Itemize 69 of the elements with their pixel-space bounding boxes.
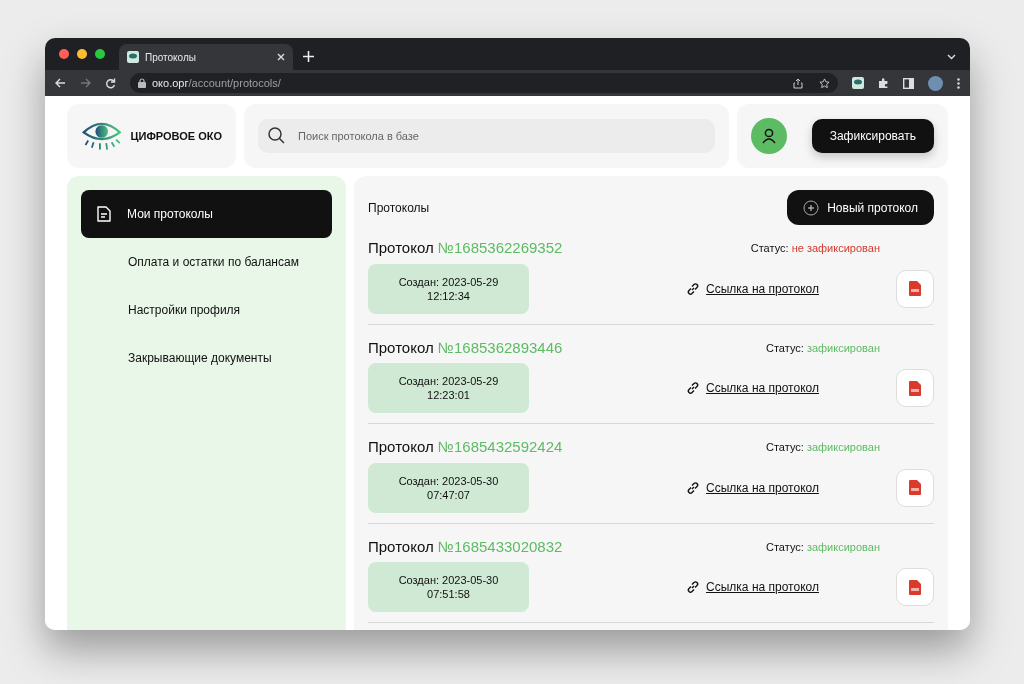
protocol-link[interactable]: Ссылка на протокол <box>686 379 819 397</box>
user-avatar[interactable] <box>751 118 787 154</box>
maximize-window-icon[interactable] <box>95 49 105 59</box>
search-icon <box>268 127 285 144</box>
document-icon <box>95 205 113 223</box>
lock-icon <box>138 78 146 88</box>
status-label: Статус: <box>766 540 804 553</box>
close-tab-icon[interactable] <box>277 53 285 61</box>
status-label: Статус: <box>766 441 804 453</box>
star-icon[interactable] <box>819 77 830 89</box>
status-value: зафиксирован <box>806 540 880 553</box>
new-protocol-button[interactable]: Новый протокол <box>787 190 934 225</box>
created-date: Создан: 2023-05-29 12:23:01 <box>368 363 529 413</box>
created-date: Создан: 2023-05-30 07:51:58 <box>368 562 529 612</box>
protocol-link[interactable]: Ссылка на протокол <box>686 279 819 298</box>
back-icon[interactable] <box>55 78 66 88</box>
protocol-label: Протокол <box>368 239 434 256</box>
status-label: Статус: <box>766 341 804 354</box>
sidebar-icon[interactable] <box>903 77 914 89</box>
link-icon <box>686 381 701 395</box>
logo-text: ЦИФРОВОЕ ОКО <box>130 128 222 144</box>
link-icon <box>686 281 701 296</box>
protocol-label: Протокол <box>368 338 434 356</box>
share-icon[interactable] <box>793 77 803 89</box>
link-icon <box>686 480 701 495</box>
user-icon <box>761 128 777 144</box>
sidebar-item[interactable]: Настройки профиля <box>81 286 332 334</box>
reload-icon[interactable] <box>105 77 116 89</box>
link-icon <box>686 580 701 594</box>
browser-tab[interactable]: Протоколы <box>119 44 293 70</box>
more-icon[interactable] <box>957 77 960 89</box>
protocol-link[interactable]: Ссылка на протокол <box>686 478 819 497</box>
address-path: /account/protocols/ <box>188 76 281 89</box>
pdf-download-button[interactable] <box>896 269 934 308</box>
created-date: Создан: 2023-05-30 07:47:07 <box>368 462 529 513</box>
protocol-label: Протокол <box>368 537 434 555</box>
status-value: зафиксирован <box>806 441 880 453</box>
close-window-icon[interactable] <box>59 49 69 59</box>
pdf-file-icon <box>909 480 921 495</box>
plus-circle-icon <box>803 199 820 216</box>
chevron-down-icon[interactable] <box>947 54 956 60</box>
address-bar[interactable]: око.орг/account/protocols/ <box>130 73 838 93</box>
protocol-link[interactable]: Ссылка на протокол <box>686 578 819 596</box>
sidebar-item[interactable]: Мои протоколы <box>81 190 332 238</box>
pdf-file-icon <box>909 380 921 396</box>
status-value: не зафиксирован <box>791 242 880 254</box>
pdf-download-button[interactable] <box>896 468 934 507</box>
minimize-window-icon[interactable] <box>77 49 87 59</box>
sidebar-item[interactable]: Закрывающие документы <box>81 334 332 382</box>
new-tab-icon[interactable] <box>303 51 314 62</box>
address-host: око.орг <box>152 76 189 89</box>
forward-icon[interactable] <box>80 78 91 88</box>
profile-avatar[interactable] <box>928 75 943 91</box>
created-date: Создан: 2023-05-29 12:12:34 <box>368 263 529 314</box>
pdf-file-icon <box>909 579 921 595</box>
search-field[interactable]: Поиск протокола в базе <box>258 119 715 153</box>
panel-title: Протоколы <box>368 199 430 217</box>
pdf-download-button[interactable] <box>896 568 934 606</box>
tab-title: Протоколы <box>145 50 197 65</box>
sidebar-item[interactable]: Оплата и остатки по балансам <box>81 238 332 286</box>
eye-favicon-icon <box>127 51 139 63</box>
pdf-download-button[interactable] <box>896 369 934 407</box>
puzzle-icon[interactable] <box>878 77 889 89</box>
status-value: зафиксирован <box>806 341 880 354</box>
fix-button[interactable]: Зафиксировать <box>811 119 934 153</box>
extension-icon[interactable] <box>852 77 864 89</box>
protocol-label: Протокол <box>368 438 434 455</box>
status-label: Статус: <box>750 242 789 254</box>
pdf-file-icon <box>909 281 921 296</box>
